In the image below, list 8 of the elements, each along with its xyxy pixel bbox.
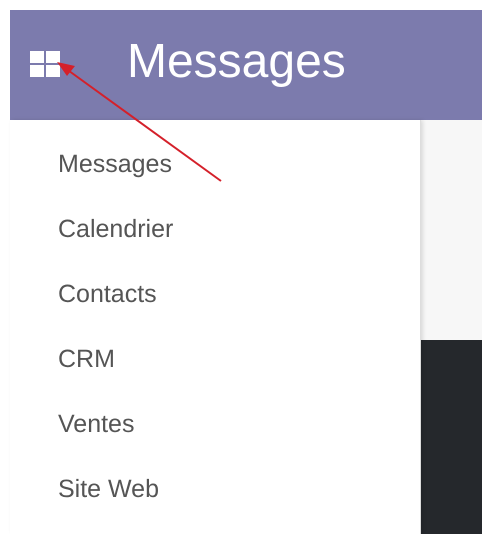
menu-item[interactable]: Messages (10, 147, 420, 181)
page-title: Messages (127, 34, 346, 88)
menu-item[interactable]: Calendrier (10, 212, 420, 246)
menu-item[interactable]: Site Web (10, 472, 420, 506)
menu-item[interactable]: Ventes (10, 407, 420, 441)
apps-grid-icon[interactable] (30, 50, 60, 76)
menu-item[interactable]: Contacts (10, 277, 420, 311)
menu-item[interactable]: CRM (10, 342, 420, 376)
